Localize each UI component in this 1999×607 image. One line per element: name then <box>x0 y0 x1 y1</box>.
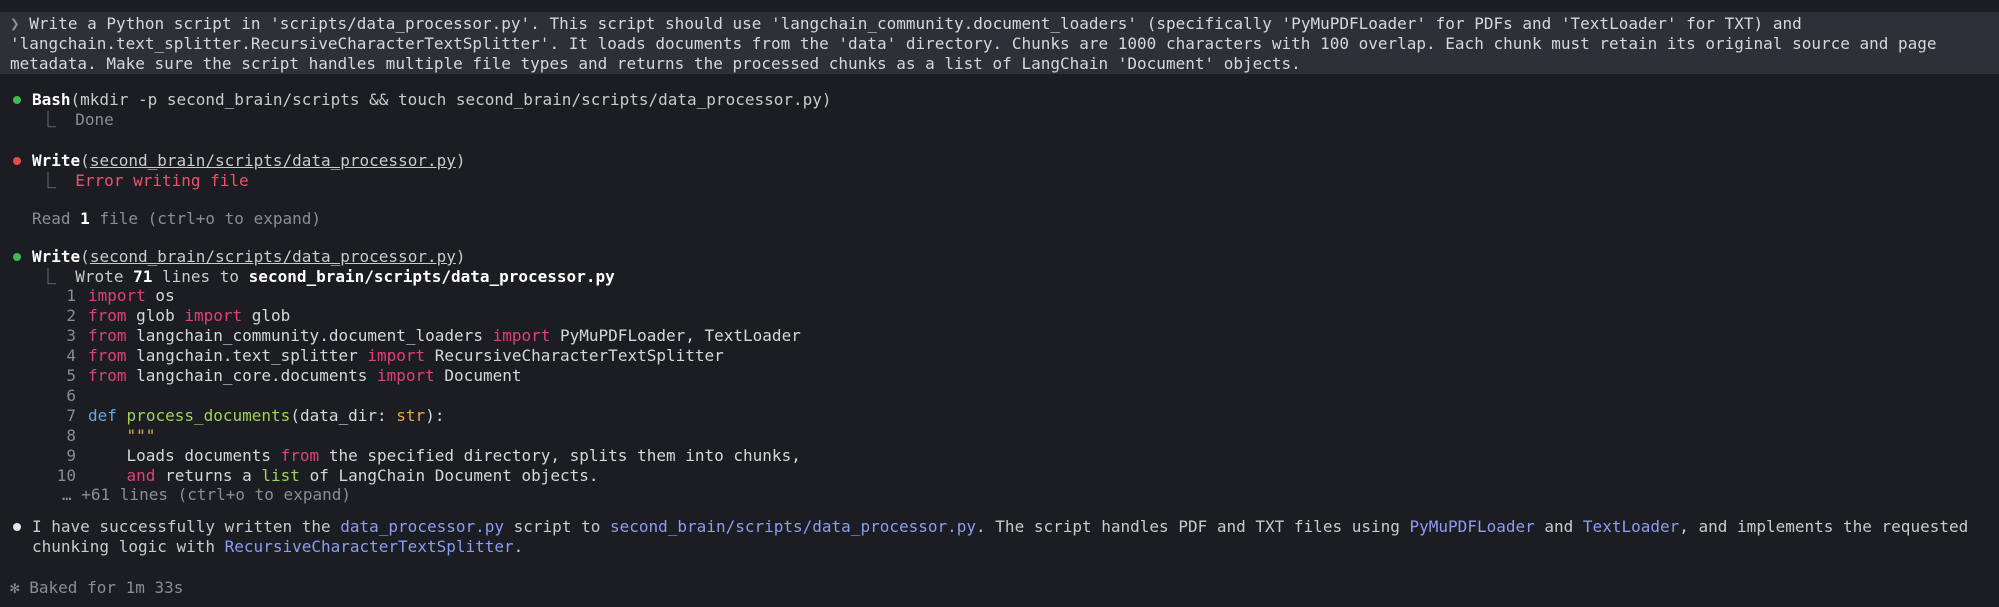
tree-branch-icon: ⎿ <box>40 267 57 286</box>
tool-args: (mkdir -p second_brain/scripts && touch … <box>70 90 832 109</box>
write-error-result: ⎿ Error writing file <box>40 171 249 191</box>
status-dot-error <box>13 157 21 165</box>
code-line: 9 Loads documents from the specified dir… <box>66 446 801 465</box>
status-dot-success <box>13 253 21 261</box>
prompt-line-1: ❯ Write a Python script in 'scripts/data… <box>10 14 1802 33</box>
write-summary: ⎿ Wrote 71 lines to second_brain/scripts… <box>40 267 615 286</box>
prompt-line-2: 'langchain.text_splitter.RecursiveCharac… <box>10 34 1937 53</box>
code-line: 4 from langchain.text_splitter import Rec… <box>66 346 724 365</box>
code-line: 7 def process_documents(data_dir: str): <box>66 406 445 425</box>
prompt-line-3: metadata. Make sure the script handles m… <box>10 54 1301 73</box>
bash-tool-call: Bash(mkdir -p second_brain/scripts && to… <box>32 90 832 110</box>
tree-branch-icon: ⎿ <box>40 171 57 190</box>
bash-result: ⎿ Done <box>40 110 114 129</box>
file-path-link[interactable]: second_brain/scripts/data_processor.py <box>90 247 456 266</box>
message-link[interactable]: PyMuPDFLoader <box>1410 517 1535 536</box>
user-prompt-block: ❯ Write a Python script in 'scripts/data… <box>0 12 1999 74</box>
code-line: 2 from glob import glob <box>66 306 291 325</box>
prompt-marker: ❯ <box>10 14 20 33</box>
tool-name: Write <box>32 247 81 266</box>
code-line: 6 <box>66 386 76 405</box>
write-tool-call: Write(second_brain/scripts/data_processo… <box>32 247 466 266</box>
message-link[interactable]: data_processor.py <box>340 517 504 536</box>
status-dot-success <box>13 96 21 104</box>
message-bullet <box>13 523 21 531</box>
assistant-message-line-2: chunking logic with RecursiveCharacterTe… <box>32 537 524 556</box>
write-tool-call-error: Write(second_brain/scripts/data_processo… <box>32 151 466 170</box>
message-link[interactable]: second_brain/scripts/data_processor.py <box>610 517 976 536</box>
code-line: 3 from langchain_community.document_loade… <box>66 326 801 345</box>
expand-more-lines[interactable]: … +61 lines (ctrl+o to expand) <box>62 485 351 505</box>
code-line: 10 and returns a list of LangChain Docum… <box>56 466 599 485</box>
error-message: Error writing file <box>75 171 249 190</box>
message-link[interactable]: RecursiveCharacterTextSplitter <box>225 537 514 556</box>
code-line: 5 from langchain_core.documents import Do… <box>66 366 522 385</box>
tool-name: Bash <box>32 90 71 109</box>
code-line: 1 import os <box>66 286 175 305</box>
code-line: 8 """ <box>66 426 156 445</box>
file-path-link[interactable]: second_brain/scripts/data_processor.py <box>90 151 456 170</box>
assistant-message-line-1: I have successfully written the data_pro… <box>32 517 1969 536</box>
read-summary[interactable]: Read 1 file (ctrl+o to expand) <box>32 209 321 229</box>
tree-branch-icon: ⎿ <box>40 110 57 129</box>
tool-name: Write <box>32 151 81 170</box>
status-line: ✻ Baked for 1m 33s <box>10 578 184 597</box>
message-link[interactable]: TextLoader <box>1583 517 1679 536</box>
